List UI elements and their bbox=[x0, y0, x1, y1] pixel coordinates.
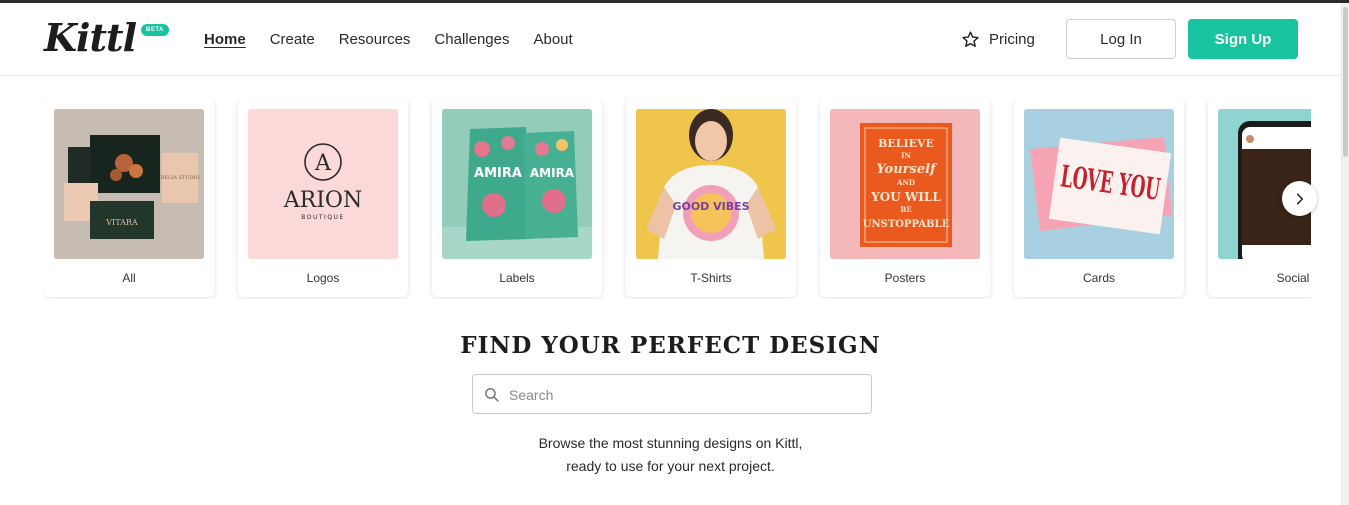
category-carousel: VITARA DELIA STUDIO All A ARION BOUTIQUE… bbox=[44, 99, 1311, 299]
nav-home[interactable]: Home bbox=[204, 31, 246, 49]
logo-monogram: A bbox=[314, 151, 332, 176]
category-label-all[interactable]: All bbox=[44, 271, 214, 285]
pricing-label[interactable]: Pricing bbox=[989, 31, 1035, 48]
search-field[interactable] bbox=[472, 374, 872, 414]
search-description-line-2: ready to use for your next project. bbox=[566, 458, 775, 474]
category-label-labels[interactable]: Labels bbox=[432, 271, 602, 285]
svg-text:AND: AND bbox=[896, 178, 915, 187]
find-design-title: FIND YOUR PERFECT DESIGN bbox=[460, 332, 881, 359]
category-card-posters[interactable]: BELIEVE IN Yourself AND YOU WILL BE UNST… bbox=[820, 99, 990, 297]
vitara-card-text: VITARA bbox=[105, 218, 138, 227]
category-thumbnail-labels[interactable]: AMIRA AMIRA bbox=[442, 109, 592, 259]
category-card-logos[interactable]: A ARION BOUTIQUE Logos bbox=[238, 99, 408, 297]
arion-logo-image: A ARION BOUTIQUE bbox=[248, 109, 398, 259]
pricing-link[interactable]: Pricing bbox=[961, 30, 1035, 49]
category-thumbnail-cards[interactable]: LOVE YOU bbox=[1024, 109, 1174, 259]
category-label-posters[interactable]: Posters bbox=[820, 271, 990, 285]
carousel-next-button[interactable] bbox=[1282, 181, 1317, 216]
stationery-mockup-image: VITARA DELIA STUDIO bbox=[54, 109, 204, 259]
svg-text:BELIEVE: BELIEVE bbox=[878, 137, 934, 150]
svg-text:BE: BE bbox=[900, 205, 911, 214]
nav-about[interactable]: About bbox=[533, 31, 572, 49]
kittl-logo[interactable]: Kittl BETA bbox=[44, 16, 169, 60]
amira-pouch-image: AMIRA AMIRA bbox=[442, 109, 592, 259]
svg-text:IN: IN bbox=[901, 151, 911, 160]
beta-badge: BETA bbox=[141, 24, 169, 36]
category-label-cards[interactable]: Cards bbox=[1014, 271, 1184, 285]
search-description-line-1: Browse the most stunning designs on Kitt… bbox=[538, 435, 803, 451]
category-thumbnail-tshirts[interactable]: GOOD VIBES bbox=[636, 109, 786, 259]
nav-create[interactable]: Create bbox=[270, 31, 315, 49]
category-thumbnail-posters[interactable]: BELIEVE IN Yourself AND YOU WILL BE UNST… bbox=[830, 109, 980, 259]
believe-poster-image: BELIEVE IN Yourself AND YOU WILL BE UNST… bbox=[830, 109, 980, 259]
signup-button[interactable]: Sign Up bbox=[1188, 19, 1298, 59]
nav-resources[interactable]: Resources bbox=[339, 31, 411, 49]
main-nav: Home Create Resources Challenges About bbox=[204, 31, 597, 49]
star-icon bbox=[962, 31, 979, 47]
svg-text:Yourself: Yourself bbox=[876, 162, 938, 177]
category-label-social[interactable]: Social bbox=[1208, 271, 1311, 285]
tshirt-model-image: GOOD VIBES bbox=[636, 109, 786, 259]
category-card-cards[interactable]: LOVE YOU Cards bbox=[1014, 99, 1184, 297]
search-input[interactable] bbox=[509, 384, 859, 406]
pouch-text-1: AMIRA bbox=[474, 166, 522, 181]
svg-text:YOU WILL: YOU WILL bbox=[870, 190, 941, 204]
category-label-tshirts[interactable]: T-Shirts bbox=[626, 271, 796, 285]
nav-challenges[interactable]: Challenges bbox=[434, 31, 509, 49]
love-card-image: LOVE YOU bbox=[1024, 109, 1174, 259]
svg-text:DELIA STUDIO: DELIA STUDIO bbox=[160, 175, 199, 181]
chevron-right-icon bbox=[1296, 193, 1303, 204]
category-card-all[interactable]: VITARA DELIA STUDIO All bbox=[44, 99, 214, 297]
category-thumbnail-all[interactable]: VITARA DELIA STUDIO bbox=[54, 109, 204, 259]
svg-text:UNSTOPPABLE: UNSTOPPABLE bbox=[863, 219, 950, 230]
scrollbar-thumb[interactable] bbox=[1343, 7, 1348, 157]
search-icon bbox=[485, 388, 499, 402]
category-card-labels[interactable]: AMIRA AMIRA Labels bbox=[432, 99, 602, 297]
pouch-text-2: AMIRA bbox=[530, 166, 575, 180]
logo-subtitle: BOUTIQUE bbox=[301, 214, 344, 221]
page-scrollbar[interactable] bbox=[1341, 3, 1349, 505]
category-label-logos[interactable]: Logos bbox=[238, 271, 408, 285]
logo-title: ARION bbox=[283, 188, 362, 213]
tshirt-print-text: GOOD VIBES bbox=[672, 200, 749, 213]
site-header: Kittl BETA Home Create Resources Challen… bbox=[0, 3, 1341, 76]
search-description: Browse the most stunning designs on Kitt… bbox=[0, 432, 1341, 478]
logo-wordmark[interactable]: Kittl bbox=[44, 16, 137, 60]
category-thumbnail-logos[interactable]: A ARION BOUTIQUE bbox=[248, 109, 398, 259]
category-card-tshirts[interactable]: GOOD VIBES T-Shirts bbox=[626, 99, 796, 297]
login-button[interactable]: Log In bbox=[1066, 19, 1176, 59]
